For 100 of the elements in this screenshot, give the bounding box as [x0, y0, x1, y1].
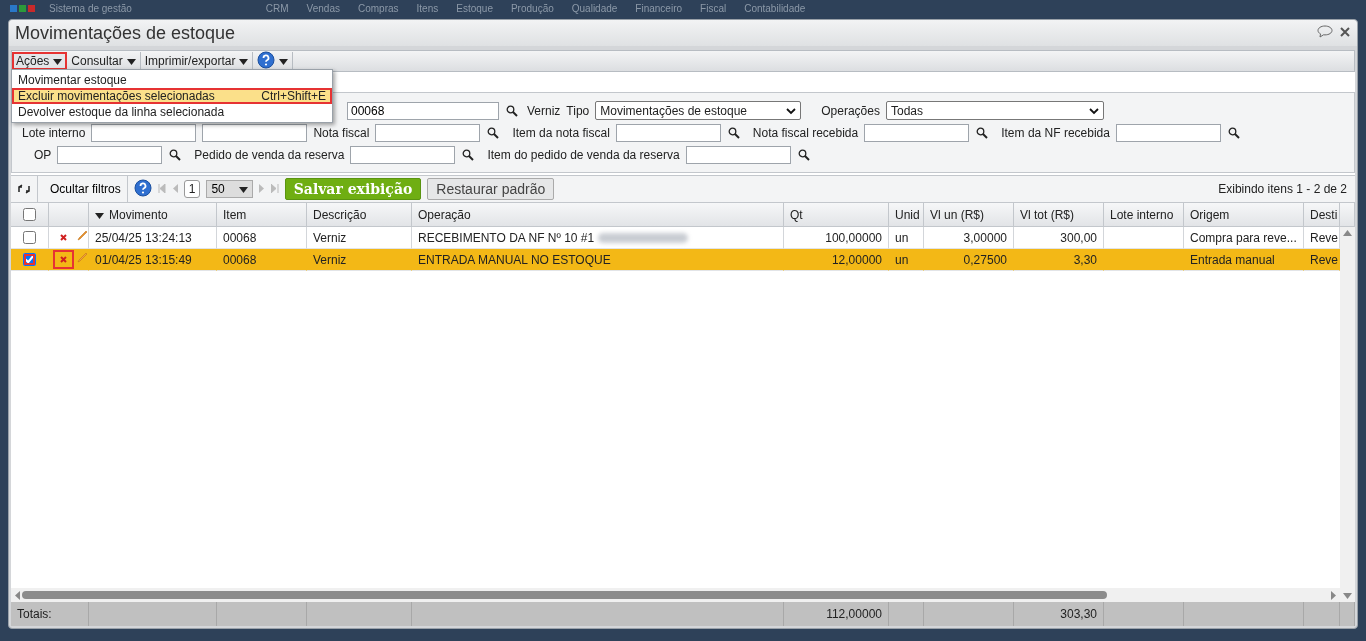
field-label: Item da nota fiscal	[512, 126, 610, 140]
column-header[interactable]: Qt	[784, 203, 889, 227]
search-icon[interactable]	[1226, 127, 1241, 139]
row-checkbox[interactable]	[23, 253, 36, 266]
column-header[interactable]: Origem	[1184, 203, 1304, 227]
field-label: Tipo	[566, 103, 590, 118]
items-count: Exibindo itens 1 - 2 de 2	[1218, 182, 1347, 196]
field-label: Nota fiscal recebida	[752, 126, 859, 140]
row-checkbox[interactable]	[23, 231, 36, 244]
table-cell: RECEBIMENTO DA NF Nº 10 #1	[418, 230, 595, 245]
input-field[interactable]	[615, 124, 721, 142]
vertical-scrollbar[interactable]	[1340, 227, 1355, 602]
hide-filters-button[interactable]: Ocultar filtros	[44, 176, 128, 202]
search-icon[interactable]	[486, 127, 501, 139]
column-header[interactable]: Lote interno	[1104, 203, 1184, 227]
column-header[interactable]: Vl tot (R$)	[1014, 203, 1104, 227]
input-field[interactable]	[864, 124, 970, 142]
select-all-checkbox[interactable]	[23, 208, 36, 221]
menu-item[interactable]: Itens	[416, 3, 439, 14]
page-size-dropdown[interactable]: 50	[206, 180, 253, 198]
input-field[interactable]	[57, 146, 163, 164]
menu-item[interactable]: Qualidade	[571, 3, 618, 14]
menu-item[interactable]: Vendas	[306, 3, 340, 14]
scroll-down-icon[interactable]	[1343, 593, 1352, 599]
column-header[interactable]: Operação	[412, 203, 784, 227]
app-title: Sistema de gestão	[49, 3, 132, 14]
dropdown-field[interactable]: Movimentações de estoque	[595, 101, 802, 120]
input-field[interactable]: 00068	[347, 101, 499, 120]
input-field[interactable]	[350, 146, 456, 164]
total-cell	[1340, 602, 1355, 626]
item-description: Verniz	[527, 103, 561, 118]
help-icon[interactable]	[133, 178, 152, 200]
search-icon[interactable]	[726, 127, 741, 139]
field-label: Operações	[821, 103, 880, 118]
logo-icon	[10, 5, 35, 12]
window-title: Movimentações de estoque	[15, 22, 237, 44]
column-header[interactable]: Desti	[1304, 203, 1340, 227]
total-cell	[889, 602, 924, 626]
previous-page-icon[interactable]	[171, 183, 178, 195]
table-cell: Reve	[1304, 249, 1340, 271]
toolbar-menu[interactable]: Consultar	[67, 52, 141, 70]
menu-item[interactable]: Devolver estoque da linha selecionada	[12, 104, 332, 120]
dropdown-field[interactable]: Todas	[885, 101, 1104, 120]
total-cell	[1304, 602, 1340, 626]
last-page-icon[interactable]	[270, 183, 279, 195]
restore-default-button[interactable]: Restaurar padrão	[427, 178, 555, 200]
horizontal-scrollbar[interactable]	[11, 588, 1340, 602]
menu-item[interactable]: Fiscal	[700, 3, 727, 14]
field-label: Nota fiscal	[313, 126, 370, 140]
total-cell: 112,00000	[784, 602, 889, 626]
table-cell: 3,30	[1014, 249, 1104, 271]
table-cell: 00068	[217, 249, 307, 271]
search-icon[interactable]	[796, 149, 811, 161]
input-field[interactable]	[685, 146, 791, 164]
table-cell: ENTRADA MANUAL NO ESTOQUE	[412, 249, 784, 271]
delete-icon[interactable]	[55, 252, 72, 267]
page-number-field[interactable]: 1	[183, 180, 201, 198]
help-icon[interactable]	[257, 50, 276, 72]
menu-item[interactable]: Excluir movimentações selecionadas Ctrl+Shift+E	[12, 88, 332, 104]
table-cell: 12,00000	[784, 249, 889, 271]
table-cell: Verniz	[307, 249, 412, 271]
first-page-icon[interactable]	[157, 183, 166, 195]
toolbar-menu[interactable]: Ações	[12, 52, 68, 70]
search-icon[interactable]	[461, 149, 476, 161]
menu-item[interactable]: Estoque	[456, 3, 493, 14]
table-cell: un	[889, 249, 924, 271]
menu-item[interactable]: Financeiro	[635, 3, 683, 14]
search-icon[interactable]	[505, 104, 519, 117]
table-cell: 0,27500	[924, 249, 1014, 271]
scroll-left-icon[interactable]	[14, 590, 20, 600]
scroll-up-icon[interactable]	[1343, 230, 1352, 236]
column-header[interactable]: Vl un (R$)	[924, 203, 1014, 227]
input-field[interactable]	[91, 124, 197, 142]
menu-item[interactable]: Contabilidade	[744, 3, 806, 14]
menu-item[interactable]: Produção	[510, 3, 554, 14]
column-header[interactable]: Item	[217, 203, 307, 227]
input-field[interactable]	[1115, 124, 1221, 142]
scroll-right-icon[interactable]	[1331, 590, 1337, 600]
field-label: Item do pedido de venda da reserva	[487, 148, 680, 162]
column-header[interactable]: Unid	[889, 203, 924, 227]
field-label: Pedido de venda da reserva	[194, 148, 345, 162]
menu-item[interactable]: Compras	[358, 3, 399, 14]
search-icon[interactable]	[975, 127, 990, 139]
column-header[interactable]: Descrição	[307, 203, 412, 227]
input-field[interactable]	[202, 124, 308, 142]
field-label: Item da NF recebida	[1001, 126, 1110, 140]
next-page-icon[interactable]	[258, 183, 265, 195]
total-cell: 303,30	[1014, 602, 1104, 626]
toolbar-menu[interactable]: Imprimir/exportar	[140, 52, 254, 70]
column-header[interactable]: Movimento	[89, 203, 217, 227]
menu-item[interactable]: CRM	[265, 3, 289, 14]
search-icon[interactable]	[168, 149, 183, 161]
totals-label: Totais:	[11, 602, 89, 626]
field-label: Lote interno	[22, 126, 86, 140]
table-cell: 01/04/25 13:15:49	[89, 249, 217, 271]
chat-icon[interactable]	[1317, 25, 1333, 41]
menu-item[interactable]: Movimentar estoque	[12, 72, 332, 88]
field-label: OP	[34, 148, 52, 162]
input-field[interactable]	[375, 124, 481, 142]
table-cell: Entrada manual	[1184, 249, 1304, 271]
